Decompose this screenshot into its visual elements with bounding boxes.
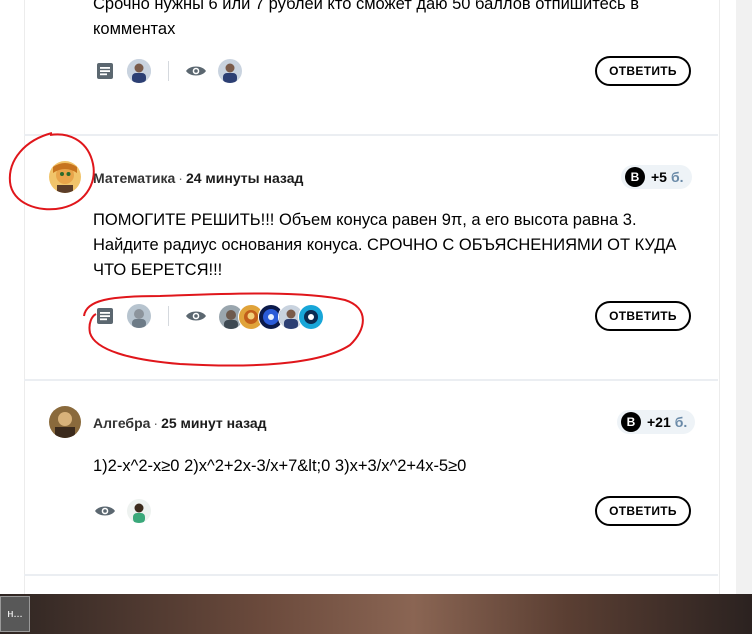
separator [24,134,718,136]
points-unit: б. [674,414,688,430]
points-badge: B +5 б. [621,165,692,189]
page-background-strip [736,0,752,594]
answer-button[interactable]: ОТВЕТИТЬ [595,496,691,526]
question-2-text[interactable]: ПОМОГИТЕ РЕШИТЬ!!! Объем конуса равен 9π… [93,208,683,283]
points-badge: B +21 б. [617,410,696,434]
viewer-avatar[interactable] [127,499,151,523]
points-b-icon: B [621,412,641,432]
bottom-background-image [0,594,752,634]
question-1-text[interactable]: Срочно нужны 6 или 7 рублей кто сможет д… [93,0,683,42]
subject-link[interactable]: Алгебра [93,415,150,431]
question-time: 24 минуты назад [185,170,304,186]
answer-button[interactable]: ОТВЕТИТЬ [595,301,691,331]
separator [24,379,718,381]
question-3-text[interactable]: 1)2-x^2-x≥0 2)x^2+2x-3/x+7&lt;0 3)x+3/x^… [93,454,683,479]
author-avatar[interactable] [49,406,81,438]
points-value: +5 [651,169,667,185]
subject-link[interactable]: Математика [93,170,175,186]
points-unit: б. [670,169,684,185]
viewer-avatar[interactable] [298,304,324,330]
taskbar-tab[interactable]: н... [0,596,30,632]
points-b-icon: B [625,167,645,187]
points-value: +21 [647,414,671,430]
author-avatar[interactable] [49,161,81,193]
document-icon[interactable] [96,307,114,330]
answer-button[interactable]: ОТВЕТИТЬ [595,56,691,86]
divider [168,61,169,81]
viewer-avatar[interactable] [218,59,242,83]
document-icon[interactable] [96,62,114,85]
eye-icon [185,62,207,85]
separator [24,574,718,576]
question-time: 25 минут назад [161,415,267,431]
answerer-avatar[interactable] [127,304,151,328]
eye-icon [94,502,116,525]
question-meta: Алгебра · 25 минут назад [93,415,267,431]
divider [168,306,169,326]
answerer-avatar[interactable] [127,59,151,83]
eye-icon [185,307,207,330]
question-meta: Математика · 24 минуты назад [93,170,304,186]
